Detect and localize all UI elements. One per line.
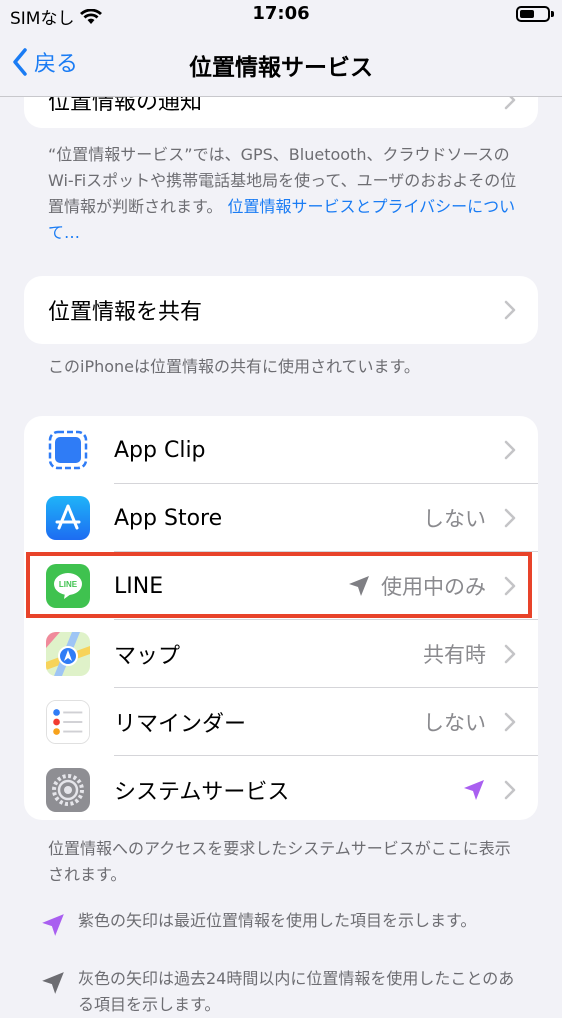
app-name: マップ (114, 644, 181, 669)
permission-value: しない (423, 711, 486, 735)
location-arrow-purple-icon (42, 914, 64, 936)
permission-value: しない (423, 507, 486, 531)
location-arrow-purple-icon (464, 780, 484, 800)
page-title-overlay: 位置情報サービス (189, 55, 373, 81)
chevron-right-icon (504, 508, 516, 528)
app-row-app-store[interactable]: App Store しない (24, 484, 538, 552)
chevron-right-icon (504, 712, 516, 732)
location-arrow-gray-icon (42, 972, 64, 994)
share-location-card[interactable]: 位置情報を共有 (24, 276, 538, 344)
maps-icon (46, 632, 90, 676)
line-row-highlight (26, 552, 532, 618)
legend-text: 紫色の矢印は最近位置情報を使用した項目を示します。 (78, 911, 477, 930)
share-location-label: 位置情報を共有 (48, 300, 203, 325)
app-clip-icon (46, 428, 90, 472)
status-time: 17:06 (252, 3, 310, 24)
permission-value: 共有時 (423, 643, 486, 667)
chevron-right-icon (504, 780, 516, 800)
app-name: App Clip (114, 437, 206, 463)
status-bar: SIMなし 17:06 (0, 0, 562, 32)
app-row-app-clip[interactable]: App Clip (24, 416, 538, 484)
navigation-bar-overlay: 戻る 位置情報サービス (0, 32, 562, 97)
apps-card: App Clip App Store しない LINE LINE 使用中のみ マ… (24, 416, 538, 820)
app-row-system-services[interactable]: システムサービス (24, 756, 538, 820)
battery-tip (551, 11, 554, 17)
settings-gear-icon (46, 768, 90, 812)
share-footer: このiPhoneは位置情報の共有に使用されています。 (48, 357, 420, 376)
chevron-right-icon (504, 440, 516, 460)
chevron-right-icon (504, 300, 516, 320)
battery-fill (520, 10, 534, 18)
legend-purple-arrow: 紫色の矢印は最近位置情報を使用した項目を示します。 (40, 908, 530, 938)
legend-text: 灰色の矢印は過去24時間以内に位置情報を使用したことのある項目を示します。 (78, 969, 515, 1014)
legend-gray-arrow: 灰色の矢印は過去24時間以内に位置情報を使用したことのある項目を示します。 (40, 966, 530, 1018)
permission-value-group (462, 778, 486, 802)
share-location-row[interactable]: 位置情報を共有 (24, 276, 538, 344)
app-name: リマインダー (114, 712, 247, 737)
app-name: App Store (114, 505, 223, 531)
app-row-reminders[interactable]: リマインダー しない (24, 688, 538, 756)
app-row-maps[interactable]: マップ 共有時 (24, 620, 538, 688)
reminders-icon (46, 700, 90, 744)
intro-description: “位置情報サービス”では、GPS、Bluetooth、クラウドソースのWi-Fi… (48, 142, 518, 246)
app-store-icon (46, 496, 90, 540)
battery-icon (516, 6, 554, 22)
apps-footer: 位置情報へのアクセスを要求したシステムサービスがここに表示されます。 (48, 839, 511, 884)
chevron-right-icon (504, 644, 516, 664)
app-name: システムサービス (114, 780, 290, 805)
